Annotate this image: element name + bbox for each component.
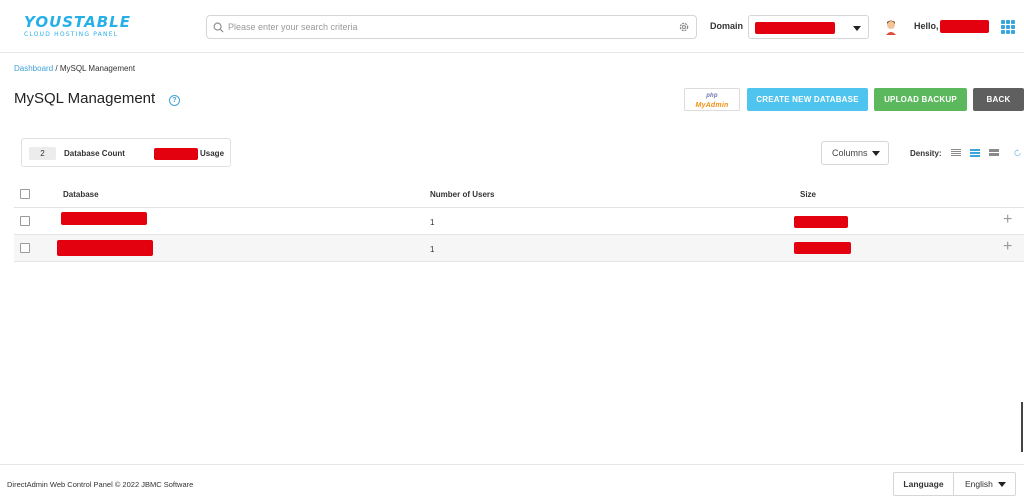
- phpmyadmin-php-text: php: [706, 93, 718, 99]
- row-checkbox[interactable]: [20, 216, 30, 226]
- expand-row-icon[interactable]: +: [1003, 239, 1012, 255]
- database-table: Database Number of Users Size 1 + 1 +: [14, 180, 1024, 262]
- logo-sub-text: CLOUD HOSTING PANEL: [24, 31, 119, 38]
- search-icon: [213, 22, 224, 33]
- search-box[interactable]: [206, 15, 697, 39]
- phpmyadmin-button[interactable]: php MyAdmin: [684, 88, 740, 111]
- language-select[interactable]: English: [953, 472, 1016, 496]
- back-button[interactable]: BACK: [973, 88, 1024, 111]
- domain-select[interactable]: [748, 15, 869, 39]
- usage-label: Usage: [200, 149, 225, 158]
- density-label: Density:: [910, 149, 942, 158]
- gear-icon[interactable]: [678, 21, 690, 33]
- row-checkbox[interactable]: [20, 243, 30, 253]
- redacted-database-name[interactable]: [61, 212, 147, 225]
- breadcrumb-separator: /: [53, 64, 60, 73]
- breadcrumb: Dashboard / MySQL Management: [14, 64, 135, 73]
- columns-dropdown[interactable]: Columns: [821, 141, 889, 165]
- redacted-database-name[interactable]: [57, 240, 153, 256]
- page-footer: DirectAdmin Web Control Panel © 2022 JBM…: [0, 464, 1024, 501]
- hello-label: Hello,: [914, 21, 939, 31]
- database-count-badge: 2: [29, 147, 56, 160]
- database-stats-box: 2 Database Count Usage: [21, 138, 231, 167]
- table-row[interactable]: 1 +: [14, 235, 1024, 262]
- column-header-database[interactable]: Database: [63, 190, 99, 199]
- footer-copyright: DirectAdmin Web Control Panel © 2022 JBM…: [7, 480, 194, 489]
- refresh-icon[interactable]: [1013, 148, 1022, 158]
- help-icon[interactable]: ?: [169, 95, 180, 106]
- database-count-label: Database Count: [64, 149, 125, 158]
- redacted-username: [940, 20, 989, 33]
- redacted-usage-value: [154, 148, 198, 160]
- phpmyadmin-myadmin-text: MyAdmin: [695, 102, 729, 109]
- search-input[interactable]: [228, 19, 668, 35]
- logo-main-text: YOUSTABLE: [24, 13, 131, 31]
- redacted-size: [794, 242, 851, 254]
- language-value: English: [965, 479, 993, 489]
- apps-grid-icon[interactable]: [1001, 20, 1015, 34]
- chevron-down-icon: [998, 482, 1006, 487]
- language-button[interactable]: Language: [893, 472, 954, 496]
- upload-backup-button[interactable]: UPLOAD BACKUP: [874, 88, 967, 111]
- chevron-down-icon: [853, 26, 861, 31]
- column-header-size[interactable]: Size: [800, 190, 816, 199]
- density-compact-icon[interactable]: [951, 149, 961, 158]
- chevron-down-icon: [872, 151, 880, 156]
- top-header: YOUSTABLE CLOUD HOSTING PANEL Domain Hel…: [0, 0, 1024, 53]
- redacted-domain: [755, 22, 835, 34]
- breadcrumb-current: MySQL Management: [59, 64, 136, 73]
- columns-label: Columns: [832, 148, 868, 158]
- table-header-row: Database Number of Users Size: [14, 180, 1024, 208]
- density-comfortable-icon[interactable]: [989, 149, 999, 158]
- density-standard-icon[interactable]: [970, 149, 980, 158]
- scrollbar-thumb[interactable]: [1021, 402, 1023, 452]
- row-users: 1: [430, 245, 435, 254]
- brand-logo[interactable]: YOUSTABLE CLOUD HOSTING PANEL: [24, 15, 134, 41]
- expand-row-icon[interactable]: +: [1003, 212, 1012, 228]
- create-database-button[interactable]: CREATE NEW DATABASE: [747, 88, 868, 111]
- select-all-checkbox[interactable]: [20, 189, 30, 199]
- row-users: 1: [430, 218, 435, 227]
- avatar-icon[interactable]: [884, 18, 898, 36]
- page-title: MySQL Management: [14, 90, 156, 107]
- column-header-users[interactable]: Number of Users: [430, 190, 494, 199]
- domain-label: Domain: [710, 21, 744, 31]
- table-row[interactable]: 1 +: [14, 208, 1024, 235]
- redacted-size: [794, 216, 848, 228]
- breadcrumb-dashboard-link[interactable]: Dashboard: [14, 64, 53, 73]
